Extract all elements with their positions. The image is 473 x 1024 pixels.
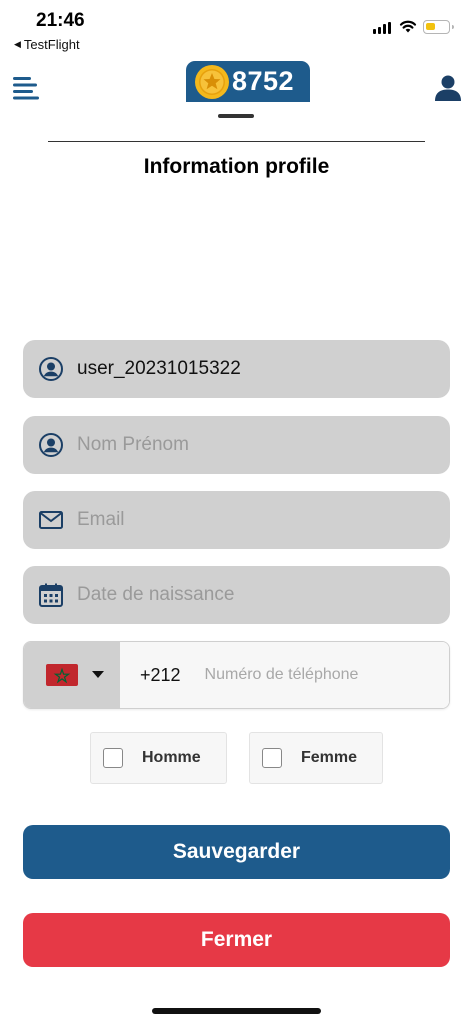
drag-handle[interactable] xyxy=(218,114,254,118)
page-title: Information profile xyxy=(143,155,330,178)
email-field[interactable] xyxy=(23,491,450,549)
back-triangle-icon: ◀ xyxy=(14,39,21,49)
full-name-input[interactable] xyxy=(77,434,417,456)
phone-input[interactable] xyxy=(204,666,425,684)
back-to-app-link[interactable]: ◀ TestFlight xyxy=(14,37,80,52)
checkbox[interactable] xyxy=(103,748,123,768)
country-picker[interactable] xyxy=(24,642,120,708)
home-indicator xyxy=(152,1008,321,1014)
gender-label: Femme xyxy=(301,749,358,766)
save-button[interactable]: Sauvegarder xyxy=(23,825,450,879)
morocco-flag-icon xyxy=(46,664,78,686)
cellular-signal-icon xyxy=(373,22,391,34)
menu-icon[interactable] xyxy=(13,74,41,102)
header-divider xyxy=(48,141,425,142)
caret-down-icon xyxy=(92,671,104,678)
phone-number-area: +212 xyxy=(120,642,449,708)
coin-count: 8752 xyxy=(232,66,295,96)
envelope-icon xyxy=(39,511,63,529)
phone-field: +212 xyxy=(23,641,450,709)
battery-icon xyxy=(423,20,454,34)
birth-date-input[interactable] xyxy=(77,584,417,606)
wifi-icon xyxy=(399,20,417,33)
gender-label: Homme xyxy=(142,749,201,766)
dial-code: +212 xyxy=(140,664,181,685)
gender-option-homme[interactable]: Homme xyxy=(90,732,227,784)
close-button[interactable]: Fermer xyxy=(23,913,450,967)
checkbox[interactable] xyxy=(262,748,282,768)
username-input[interactable] xyxy=(77,358,417,380)
birth-date-field[interactable] xyxy=(23,566,450,624)
gender-option-femme[interactable]: Femme xyxy=(249,732,383,784)
back-app-label: TestFlight xyxy=(23,37,80,52)
profile-icon[interactable] xyxy=(433,73,463,103)
gold-coin-icon xyxy=(195,64,229,99)
user-circle-icon xyxy=(39,433,63,457)
coin-balance: 8752 xyxy=(186,61,310,102)
full-name-field[interactable] xyxy=(23,416,450,474)
status-time: 21:46 xyxy=(36,10,85,31)
calendar-icon xyxy=(39,583,63,607)
email-input[interactable] xyxy=(77,509,417,531)
user-circle-icon xyxy=(39,357,63,381)
username-field[interactable] xyxy=(23,340,450,398)
